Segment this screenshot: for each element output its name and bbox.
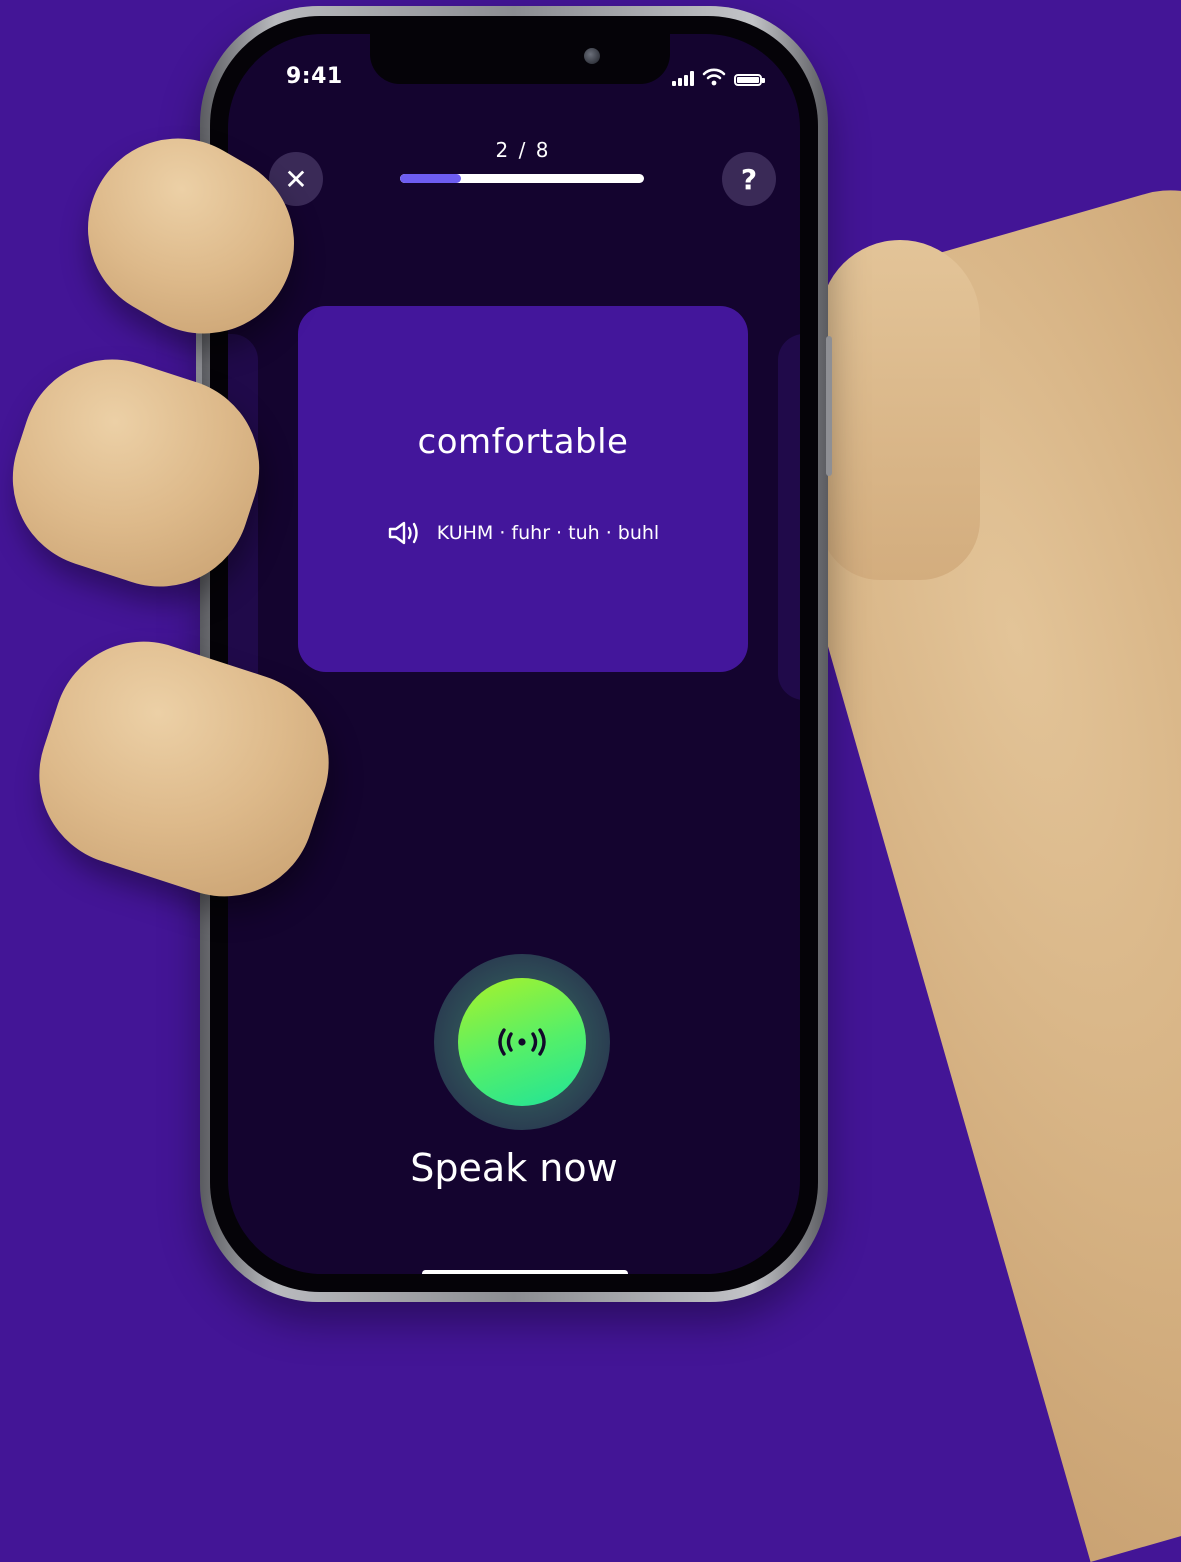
- battery-icon: [734, 74, 765, 86]
- pronunciation-row[interactable]: KUHM · fuhr · tuh · buhl: [298, 520, 748, 546]
- card-word: comfortable: [417, 422, 629, 462]
- question-icon: ?: [740, 162, 758, 196]
- next-card-peek[interactable]: [778, 334, 800, 700]
- progress-label: 2 / 8: [495, 138, 551, 162]
- broadcast-icon: [498, 1028, 546, 1056]
- phone-frame: 9:41 ✕ 2 / 8 ? comfortable KUHM · fuhr ·…: [196, 6, 832, 1302]
- pronunciation-text: KUHM · fuhr · tuh · buhl: [436, 522, 660, 544]
- speak-now-label: Speak now: [410, 1146, 618, 1190]
- home-indicator[interactable]: [422, 1270, 628, 1274]
- close-icon: ✕: [284, 162, 308, 196]
- status-icons: [672, 68, 765, 86]
- status-time: 9:41: [286, 64, 343, 89]
- mic-button-glow[interactable]: [434, 954, 610, 1130]
- camera: [584, 48, 600, 64]
- flashcard: comfortable KUHM · fuhr · tuh · buhl: [298, 306, 748, 672]
- phone-side-button: [826, 336, 832, 476]
- progress-bar: [400, 174, 644, 183]
- notch: [370, 34, 670, 84]
- mic-button[interactable]: [458, 978, 586, 1106]
- app-screen: 9:41 ✕ 2 / 8 ? comfortable KUHM · fuhr ·…: [228, 34, 800, 1274]
- signal-icon: [672, 70, 694, 86]
- hand-palm-edge: [820, 240, 980, 580]
- wifi-icon: [702, 68, 726, 86]
- scene: 9:41 ✕ 2 / 8 ? comfortable KUHM · fuhr ·…: [0, 0, 1181, 1562]
- phone-bezel: 9:41 ✕ 2 / 8 ? comfortable KUHM · fuhr ·…: [210, 16, 818, 1292]
- progress-fill: [400, 174, 461, 183]
- help-button[interactable]: ?: [722, 152, 776, 206]
- speaker-icon[interactable]: [387, 520, 423, 546]
